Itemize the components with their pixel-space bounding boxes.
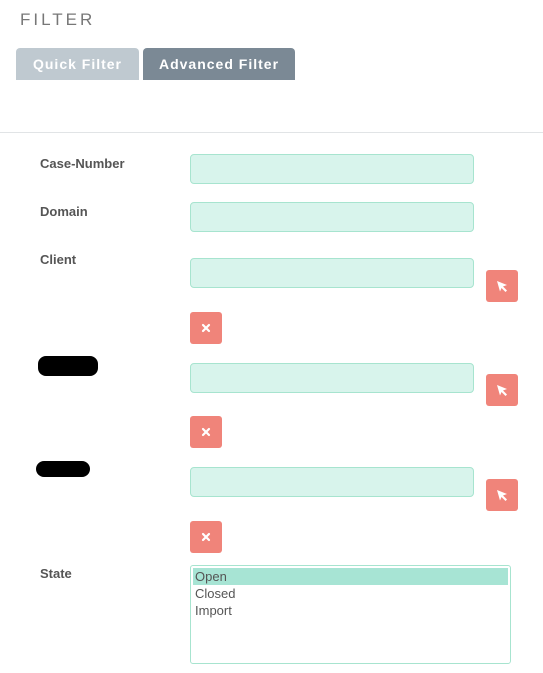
domain-label: Domain	[40, 204, 88, 219]
case-number-input[interactable]	[190, 154, 474, 184]
divider	[0, 132, 543, 133]
x-icon	[201, 323, 211, 333]
filter-title: FILTER	[20, 10, 96, 29]
cursor-arrow-icon	[497, 490, 507, 501]
client-select-button[interactable]	[486, 270, 518, 302]
cursor-arrow-icon	[497, 281, 507, 292]
case-number-label: Case-Number	[40, 156, 125, 171]
state-label: State	[40, 566, 72, 581]
redacted-label	[36, 461, 90, 477]
client-clear-button[interactable]	[190, 312, 222, 344]
redacted-select-button-2[interactable]	[486, 479, 518, 511]
domain-input[interactable]	[190, 202, 474, 232]
redacted-input-2[interactable]	[190, 467, 474, 497]
redacted-clear-button-2[interactable]	[190, 521, 222, 553]
state-option-closed[interactable]: Closed	[193, 585, 508, 602]
x-icon	[201, 427, 211, 437]
state-listbox[interactable]: Open Closed Import	[190, 565, 511, 664]
redacted-clear-button-1[interactable]	[190, 416, 222, 448]
state-option-import[interactable]: Import	[193, 602, 508, 619]
state-option-open[interactable]: Open	[193, 568, 508, 585]
redacted-label	[38, 356, 98, 376]
x-icon	[201, 532, 211, 542]
client-label: Client	[40, 252, 77, 267]
cursor-arrow-icon	[497, 385, 507, 396]
redacted-select-button-1[interactable]	[486, 374, 518, 406]
client-input[interactable]	[190, 258, 474, 288]
redacted-input-1[interactable]	[190, 363, 474, 393]
tab-advanced-filter[interactable]: Advanced Filter	[143, 48, 295, 80]
tab-quick-filter[interactable]: Quick Filter	[16, 48, 139, 80]
